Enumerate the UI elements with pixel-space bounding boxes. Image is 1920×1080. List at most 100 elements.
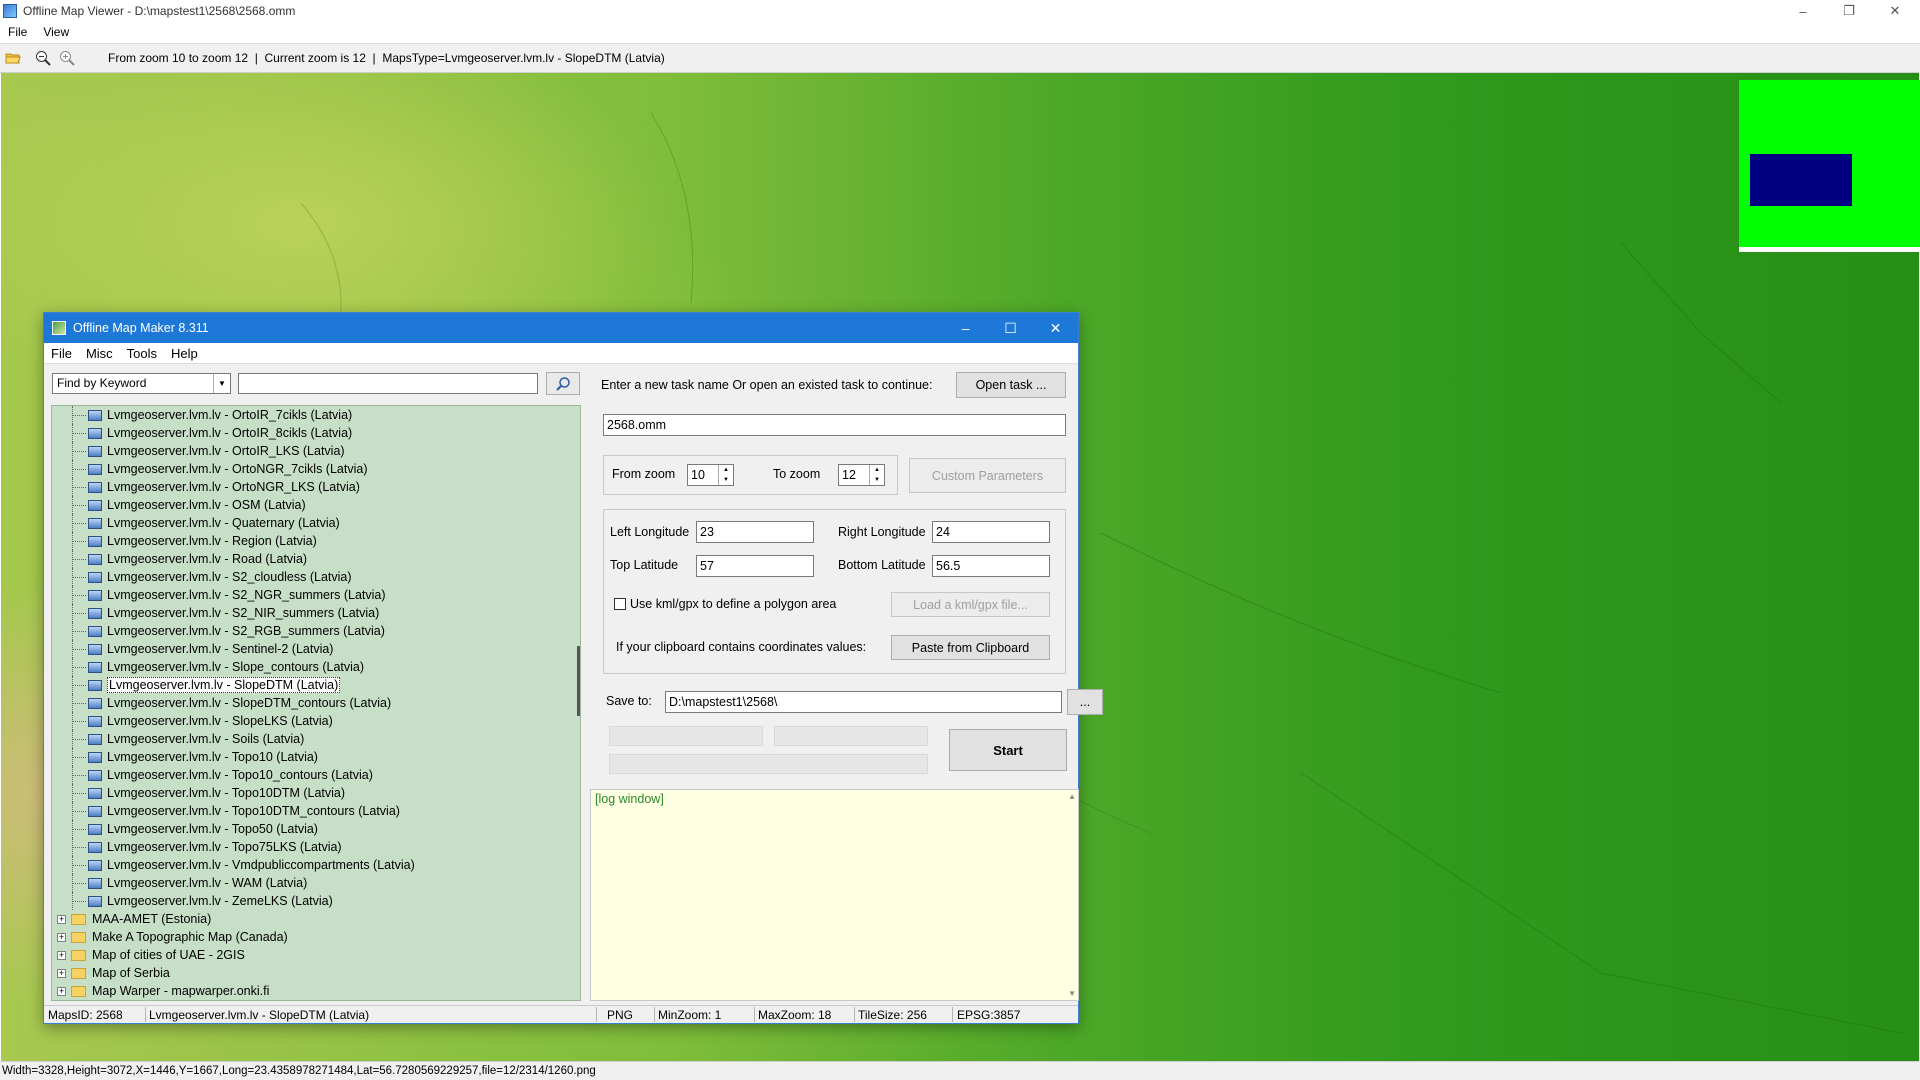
tree-item-map-source[interactable]: Lvmgeoserver.lvm.lv - OrtoNGR_7cikls (La…: [52, 460, 572, 478]
tree-item-map-source[interactable]: Lvmgeoserver.lvm.lv - Region (Latvia): [52, 532, 572, 550]
restore-icon[interactable]: ❐: [1826, 0, 1872, 22]
tree-folder[interactable]: + Make A Topographic Map (Canada): [52, 928, 572, 946]
left-longitude-field[interactable]: 23: [696, 521, 814, 543]
tree-item-label: Lvmgeoserver.lvm.lv - OrtoIR_8cikls (Lat…: [107, 426, 353, 440]
tree-item-map-source[interactable]: Lvmgeoserver.lvm.lv - S2_NGR_summers (La…: [52, 586, 572, 604]
spin-up-icon[interactable]: ▲: [719, 465, 733, 475]
tree-item-label: Lvmgeoserver.lvm.lv - Road (Latvia): [107, 552, 308, 566]
tree-item-map-source[interactable]: Lvmgeoserver.lvm.lv - SlopeDTM (Latvia): [52, 676, 572, 694]
scroll-up-icon[interactable]: ▲: [1068, 792, 1076, 801]
save-path-field[interactable]: D:\mapstest1\2568\: [665, 691, 1062, 713]
tree-folder[interactable]: + MAA-AMET (Estonia): [52, 910, 572, 928]
clipboard-label: If your clipboard contains coordinates v…: [616, 640, 867, 654]
overview-minimap[interactable]: [1739, 80, 1920, 252]
close-icon[interactable]: ✕: [1033, 313, 1078, 343]
tree-folder[interactable]: + Map of cities of UAE - 2GIS: [52, 946, 572, 964]
tree-folder[interactable]: + Map Warper - mapwarper.onki.fi: [52, 982, 572, 1000]
tree-scrollbar[interactable]: [571, 406, 580, 1000]
tree-item-map-source[interactable]: Lvmgeoserver.lvm.lv - Topo10DTM (Latvia): [52, 784, 572, 802]
scroll-down-icon[interactable]: ▼: [1068, 989, 1076, 998]
tree-item-map-source[interactable]: Lvmgeoserver.lvm.lv - Sentinel-2 (Latvia…: [52, 640, 572, 658]
tree-item-map-source[interactable]: Lvmgeoserver.lvm.lv - Topo10_contours (L…: [52, 766, 572, 784]
tree-item-map-source[interactable]: Lvmgeoserver.lvm.lv - S2_cloudless (Latv…: [52, 568, 572, 586]
maximize-icon[interactable]: ☐: [988, 313, 1033, 343]
tree-item-map-source[interactable]: Lvmgeoserver.lvm.lv - OrtoIR_LKS (Latvia…: [52, 442, 572, 460]
zoom-out-button[interactable]: [32, 47, 54, 69]
bottom-latitude-field[interactable]: 56.5: [932, 555, 1050, 577]
task-name-field[interactable]: 2568.omm: [603, 414, 1066, 436]
viewer-toolbar: From zoom 10 to zoom 12 | Current zoom i…: [0, 43, 1920, 73]
tree-item-map-source[interactable]: Lvmgeoserver.lvm.lv - WAM (Latvia): [52, 874, 572, 892]
tree-item-map-source[interactable]: Lvmgeoserver.lvm.lv - Road (Latvia): [52, 550, 572, 568]
expand-icon[interactable]: +: [57, 950, 66, 960]
tree-item-map-source[interactable]: Lvmgeoserver.lvm.lv - Topo75LKS (Latvia): [52, 838, 572, 856]
custom-parameters-button[interactable]: Custom Parameters: [909, 458, 1066, 493]
overview-viewport-rect[interactable]: [1750, 154, 1852, 206]
status-separator: [145, 1007, 146, 1022]
spin-down-icon[interactable]: ▼: [870, 475, 884, 485]
tree-item-map-source[interactable]: Lvmgeoserver.lvm.lv - SlopeDTM_contours …: [52, 694, 572, 712]
maker-menu-file[interactable]: File: [44, 346, 79, 361]
epsg-text: EPSG:3857: [957, 1008, 1021, 1022]
tree-item-map-source[interactable]: Lvmgeoserver.lvm.lv - ZemeLKS (Latvia): [52, 892, 572, 910]
tree-item-map-source[interactable]: Lvmgeoserver.lvm.lv - Topo10DTM_contours…: [52, 802, 572, 820]
status-separator: [754, 1007, 755, 1022]
viewer-menu-file[interactable]: File: [0, 25, 35, 39]
from-zoom-stepper[interactable]: 10 ▲ ▼: [687, 464, 734, 486]
right-longitude-field[interactable]: 24: [932, 521, 1050, 543]
zoom-in-button[interactable]: [56, 47, 78, 69]
expand-icon[interactable]: +: [57, 932, 66, 942]
kml-polygon-checkbox[interactable]: [614, 598, 626, 610]
tree-item-label: Lvmgeoserver.lvm.lv - Sentinel-2 (Latvia…: [107, 642, 334, 656]
tree-item-label: Lvmgeoserver.lvm.lv - OrtoIR_LKS (Latvia…: [107, 444, 345, 458]
top-latitude-field[interactable]: 57: [696, 555, 814, 577]
open-task-button[interactable]: Open task ...: [956, 372, 1066, 398]
tree-item-map-source[interactable]: Lvmgeoserver.lvm.lv - SlopeLKS (Latvia): [52, 712, 572, 730]
tree-item-map-source[interactable]: Lvmgeoserver.lvm.lv - OrtoNGR_LKS (Latvi…: [52, 478, 572, 496]
tree-item-map-source[interactable]: Lvmgeoserver.lvm.lv - Slope_contours (La…: [52, 658, 572, 676]
load-kml-button[interactable]: Load a kml/gpx file...: [891, 592, 1050, 617]
expand-icon[interactable]: +: [57, 914, 66, 924]
close-icon[interactable]: ✕: [1872, 0, 1918, 22]
status-separator: [952, 1007, 953, 1022]
log-window[interactable]: [log window] ▲ ▼: [590, 789, 1079, 1001]
tree-item-label: Lvmgeoserver.lvm.lv - Topo10 (Latvia): [107, 750, 318, 764]
map-maker-window: Offline Map Maker 8.311 – ☐ ✕ File Misc …: [43, 312, 1103, 1024]
tree-item-label: Lvmgeoserver.lvm.lv - S2_RGB_summers (La…: [107, 624, 385, 638]
minimize-icon[interactable]: –: [943, 313, 988, 343]
tree-item-map-source[interactable]: Lvmgeoserver.lvm.lv - S2_NIR_summers (La…: [52, 604, 572, 622]
search-input[interactable]: [238, 373, 538, 394]
map-layer-icon: [88, 679, 102, 691]
tree-folder[interactable]: + Map of Serbia: [52, 964, 572, 982]
expand-icon[interactable]: +: [57, 986, 66, 996]
minimize-icon[interactable]: –: [1780, 0, 1826, 22]
max-zoom-text: MaxZoom: 18: [758, 1008, 832, 1022]
to-zoom-stepper[interactable]: 12 ▲ ▼: [838, 464, 885, 486]
maker-menu-help[interactable]: Help: [164, 346, 205, 361]
spin-down-icon[interactable]: ▼: [719, 475, 733, 485]
tree-item-map-source[interactable]: Lvmgeoserver.lvm.lv - OSM (Latvia): [52, 496, 572, 514]
tree-item-map-source[interactable]: Lvmgeoserver.lvm.lv - Topo10 (Latvia): [52, 748, 572, 766]
tree-item-map-source[interactable]: Lvmgeoserver.lvm.lv - Quaternary (Latvia…: [52, 514, 572, 532]
expand-icon[interactable]: +: [57, 968, 66, 978]
tree-scrollbar-thumb[interactable]: [577, 646, 580, 716]
tree-item-map-source[interactable]: Lvmgeoserver.lvm.lv - S2_RGB_summers (La…: [52, 622, 572, 640]
tree-item-map-source[interactable]: Lvmgeoserver.lvm.lv - OrtoIR_8cikls (Lat…: [52, 424, 572, 442]
tree-item-map-source[interactable]: Lvmgeoserver.lvm.lv - Topo50 (Latvia): [52, 820, 572, 838]
map-source-tree[interactable]: Lvmgeoserver.lvm.lv - OrtoIR_7cikls (Lat…: [51, 405, 581, 1001]
tree-item-map-source[interactable]: Lvmgeoserver.lvm.lv - Vmdpubliccompartme…: [52, 856, 572, 874]
start-button[interactable]: Start: [949, 729, 1067, 771]
tree-item-map-source[interactable]: Lvmgeoserver.lvm.lv - Soils (Latvia): [52, 730, 572, 748]
maker-menu-tools[interactable]: Tools: [120, 346, 164, 361]
tree-item-map-source[interactable]: Lvmgeoserver.lvm.lv - OrtoIR_7cikls (Lat…: [52, 406, 572, 424]
browse-folder-button[interactable]: ...: [1067, 689, 1103, 715]
search-mode-select[interactable]: Find by Keyword ▼: [52, 373, 231, 394]
map-layer-icon: [88, 499, 102, 511]
map-layer-icon: [88, 535, 102, 547]
spin-up-icon[interactable]: ▲: [870, 465, 884, 475]
search-button[interactable]: [546, 372, 580, 395]
open-folder-button[interactable]: [2, 47, 24, 69]
maker-menu-misc[interactable]: Misc: [79, 346, 120, 361]
viewer-menu-view[interactable]: View: [35, 25, 77, 39]
paste-from-clipboard-button[interactable]: Paste from Clipboard: [891, 635, 1050, 660]
